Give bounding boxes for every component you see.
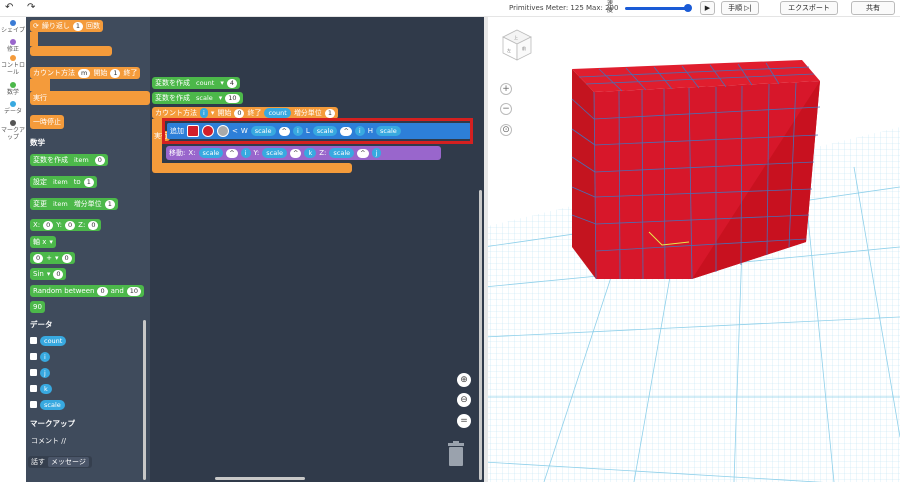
- sin-block[interactable]: Sin ▾ 0: [30, 268, 67, 280]
- zoom-out-icon[interactable]: ⊖: [457, 393, 471, 407]
- flyout-scrollbar[interactable]: [143, 320, 146, 480]
- speed-slider-track[interactable]: [625, 7, 689, 10]
- redo-arrow-icon[interactable]: ↷: [27, 2, 35, 13]
- speed-label: 速 度: [607, 0, 614, 14]
- category-dot-icon: [10, 20, 16, 26]
- checkbox-count[interactable]: [30, 337, 37, 344]
- data-var-j[interactable]: j: [40, 367, 50, 378]
- count-block[interactable]: カウント方法 m 開始 1 終了: [30, 67, 141, 79]
- red-cube[interactable]: [571, 60, 821, 280]
- category-math[interactable]: 数学: [0, 82, 26, 96]
- zoom-reset-icon[interactable]: =: [457, 414, 471, 428]
- view-cube-front-label: 前: [522, 45, 526, 51]
- arithmetic-block[interactable]: 0 + ▾ 0: [30, 252, 75, 264]
- top-toolbar: ↶ ↷ Primitives Meter: 125 Max: 200 速 度 ▶…: [0, 0, 900, 17]
- markup-section-title: マークアップ: [30, 419, 75, 428]
- repeat-block-foot: [30, 46, 112, 56]
- plus-icon[interactable]: +: [500, 83, 512, 95]
- checkbox-scale[interactable]: [30, 401, 37, 408]
- axis-block[interactable]: 軸 x ▾: [30, 236, 56, 248]
- play-button[interactable]: ▶: [700, 1, 715, 15]
- category-sidebar: シェイプ 修正 コントロール 数学 データ マークアップ: [0, 17, 26, 482]
- panel-divider[interactable]: [484, 17, 488, 482]
- export-label: エクスポート: [788, 4, 830, 12]
- category-markup[interactable]: マークアップ: [0, 120, 26, 141]
- data-var-k[interactable]: k: [40, 383, 52, 394]
- step-label: 手順: [728, 4, 743, 12]
- undo-arrow-icon[interactable]: ↶: [5, 2, 13, 13]
- count-loop-foot: [152, 163, 352, 173]
- category-data[interactable]: データ: [0, 101, 26, 115]
- 3d-viewport[interactable]: 上 左 前 + − ⊙: [484, 17, 900, 482]
- workspace-horizontal-scrollbar[interactable]: [215, 477, 305, 480]
- data-var-count[interactable]: count: [40, 335, 67, 346]
- category-dot-icon: [10, 39, 16, 45]
- view-cube-icon[interactable]: 上 左 前: [500, 28, 534, 62]
- repeat-block-arm: [30, 32, 38, 46]
- checkbox-k[interactable]: [30, 385, 37, 392]
- speed-slider-knob[interactable]: [684, 4, 692, 12]
- view-cube-left-label: 左: [507, 47, 511, 53]
- comment-block[interactable]: コメント //: [28, 435, 69, 446]
- number-block[interactable]: 90: [30, 301, 45, 313]
- step-button[interactable]: 手順 ▷|: [721, 1, 759, 15]
- share-label: 共有: [866, 4, 880, 12]
- checkbox-j[interactable]: [30, 369, 37, 376]
- create-scale-variable-block[interactable]: 変数を作成 scale ▾ 10: [152, 92, 243, 104]
- category-dot-icon: [10, 82, 16, 88]
- trash-icon[interactable]: [446, 441, 466, 467]
- create-variable-block[interactable]: 変数を作成 item 0: [30, 154, 108, 166]
- data-var-scale[interactable]: scale: [40, 399, 65, 410]
- loop-icon: ⟳: [33, 22, 39, 30]
- primitives-meter: Primitives Meter: 125 Max: 200: [509, 4, 619, 12]
- random-block[interactable]: Random between 0 and 10: [30, 285, 145, 297]
- change-variable-block[interactable]: 変更 item 増分単位 1: [30, 198, 118, 210]
- count-loop-arm: [152, 119, 162, 167]
- math-section-title: 数学: [30, 138, 45, 147]
- category-dot-icon: [10, 101, 16, 107]
- code-workspace[interactable]: 変数を作成 count ▾ 4 変数を作成 scale ▾ 10 カウント方法 i ▾ 開始 0 終了…: [150, 17, 484, 482]
- repeat-block[interactable]: ⟳ 繰り返し 1 回数: [30, 20, 104, 32]
- workspace-vertical-scrollbar[interactable]: [479, 190, 482, 480]
- block-flyout: ⟳ 繰り返し 1 回数 カウント方法 m 開始 1 終了 実行 一時停止 数学 変数を作成 i…: [26, 17, 150, 482]
- minus-icon[interactable]: −: [500, 103, 512, 115]
- checkbox-i[interactable]: [30, 353, 37, 360]
- highlight-annotation-box: [162, 118, 473, 144]
- run-block[interactable]: 実行: [30, 91, 150, 105]
- data-section-title: データ: [30, 320, 53, 329]
- fit-view-icon[interactable]: ⊙: [500, 124, 512, 136]
- category-shapes[interactable]: シェイプ: [0, 20, 26, 34]
- category-control[interactable]: コントロール: [0, 55, 26, 76]
- export-button[interactable]: エクスポート: [780, 1, 838, 15]
- category-dot-icon: [10, 55, 16, 61]
- create-count-variable-block[interactable]: 変数を作成 count ▾ 4: [152, 77, 240, 89]
- xyz-vector-block[interactable]: X: 0 Y: 0 Z: 0: [30, 219, 102, 231]
- share-button[interactable]: 共有: [851, 1, 895, 15]
- zoom-in-icon[interactable]: ⊕: [457, 373, 471, 387]
- category-dot-icon: [10, 120, 16, 126]
- count-block-arm: [30, 79, 50, 91]
- category-modifiers[interactable]: 修正: [0, 39, 26, 53]
- view-cube-top-label: 上: [514, 34, 518, 40]
- say-block[interactable]: 話す メッセージ: [28, 456, 92, 468]
- move-block[interactable]: 移動: X: scale ^ i Y: scale ^ k Z: scale ^ j: [166, 146, 441, 160]
- play-icon: ▶: [704, 4, 711, 12]
- data-var-i[interactable]: i: [40, 351, 50, 362]
- set-variable-block[interactable]: 設定 item to 1: [30, 176, 97, 188]
- step-forward-icon: ▷|: [744, 4, 752, 12]
- pause-block[interactable]: 一時停止: [30, 115, 64, 129]
- 3d-scene[interactable]: [484, 17, 900, 482]
